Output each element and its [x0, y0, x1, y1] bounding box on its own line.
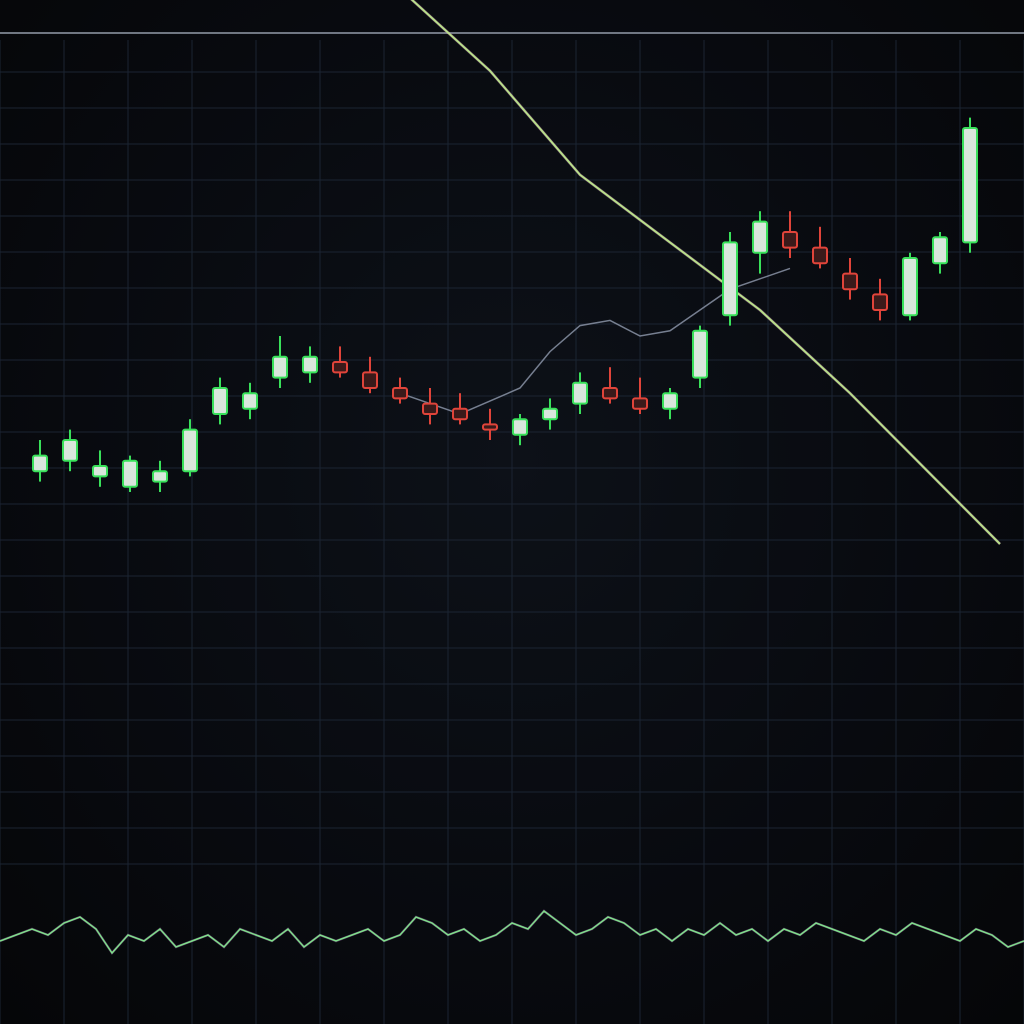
candle	[662, 388, 678, 420]
candle-body	[32, 454, 48, 473]
candle-body	[212, 387, 228, 415]
chart-canvas	[0, 0, 1024, 1024]
candle	[752, 211, 768, 274]
candles-layer	[32, 117, 978, 492]
candle-body	[722, 241, 738, 317]
candle-body	[812, 246, 828, 265]
candle	[92, 450, 108, 487]
candle-body	[482, 423, 498, 431]
candle-body	[872, 293, 888, 311]
grid	[0, 40, 1024, 1024]
candle	[902, 252, 918, 321]
candle	[932, 232, 948, 274]
candle	[872, 278, 888, 321]
candle	[542, 398, 558, 430]
candle-body	[602, 387, 618, 400]
candle-body	[752, 220, 768, 254]
candle	[122, 455, 138, 492]
candle	[962, 117, 978, 253]
candle-body	[92, 465, 108, 478]
candle	[692, 325, 708, 388]
candle	[782, 211, 798, 258]
candle	[62, 429, 78, 472]
candle-body	[542, 407, 558, 421]
candle-body	[152, 470, 168, 483]
candle-body	[572, 381, 588, 405]
candle-body	[62, 439, 78, 462]
candle-body	[962, 127, 978, 244]
candle	[362, 356, 378, 394]
candle	[422, 388, 438, 425]
candle	[392, 377, 408, 404]
candle-body	[392, 387, 408, 400]
candle-body	[242, 392, 258, 410]
candle-body	[332, 361, 348, 374]
candle-body	[302, 355, 318, 374]
candle	[572, 372, 588, 414]
candle	[212, 377, 228, 425]
candle-body	[662, 392, 678, 410]
candle	[32, 440, 48, 482]
candle-body	[422, 402, 438, 416]
candle	[302, 346, 318, 383]
candle	[272, 336, 288, 388]
candle	[722, 232, 738, 326]
candle-body	[932, 236, 948, 265]
candle	[152, 460, 168, 492]
candle-body	[182, 428, 198, 473]
candle-body	[902, 257, 918, 317]
candle-body	[782, 231, 798, 249]
candle	[452, 393, 468, 425]
candle-body	[452, 407, 468, 421]
candle-body	[842, 272, 858, 291]
candle	[182, 419, 198, 477]
candle	[482, 408, 498, 440]
candle	[842, 258, 858, 300]
candle	[512, 414, 528, 446]
candle	[242, 382, 258, 420]
candle	[602, 367, 618, 404]
candle-body	[122, 459, 138, 488]
candle-body	[692, 329, 708, 379]
candlestick-chart	[0, 0, 1024, 1024]
candle	[812, 226, 828, 269]
candle	[332, 346, 348, 378]
candle-body	[512, 418, 528, 436]
candle-body	[362, 371, 378, 389]
candle-body	[632, 397, 648, 410]
candle-body	[272, 355, 288, 379]
